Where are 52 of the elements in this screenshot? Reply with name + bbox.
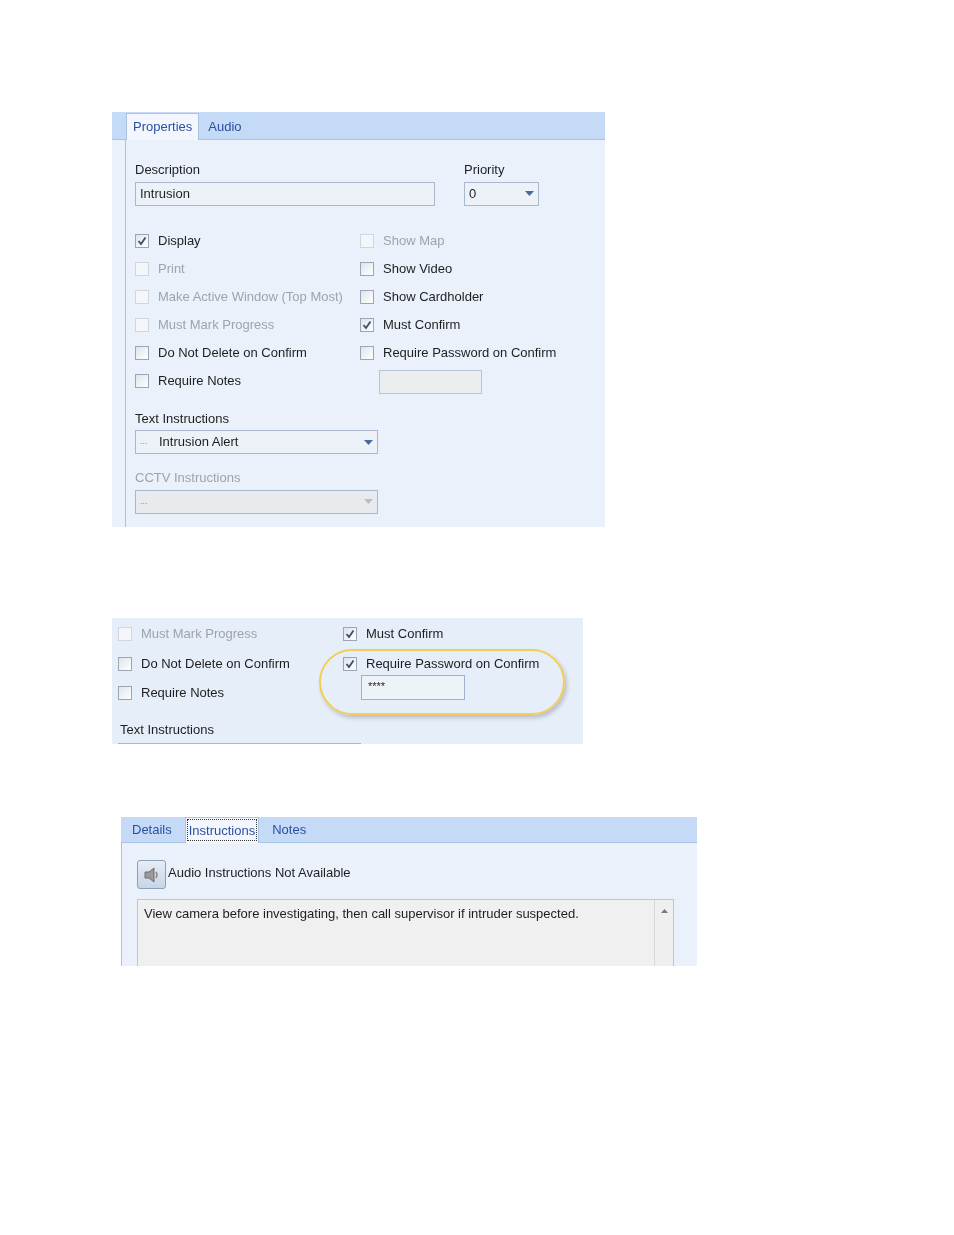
instructions-dropdown[interactable]: ... Intrusion Alert — [135, 430, 378, 454]
tab[interactable]: Details — [125, 818, 179, 842]
checkbox-label: Display — [158, 232, 201, 251]
instructions-text: View camera before investigating, then call supervisor if intruder suspected. — [143, 905, 580, 923]
checkbox-label: Do Not Delete on Confirm — [158, 344, 307, 363]
browse-dots: ... — [140, 435, 149, 449]
field-label: Text Instructions — [120, 721, 215, 739]
field-label: CCTV Instructions — [135, 469, 242, 487]
dropdown-arrow-icon — [525, 191, 534, 196]
checkbox-label: Must Mark Progress — [158, 316, 275, 335]
checkbox-label: Print — [158, 260, 185, 279]
checkbox-label: Require Notes — [158, 372, 242, 391]
checkbox[interactable] — [360, 346, 374, 360]
checkbox[interactable] — [343, 656, 357, 671]
checkbox[interactable] — [118, 685, 132, 700]
scroll-up-arrow-icon[interactable] — [660, 909, 668, 913]
description-field[interactable]: Intrusion — [135, 181, 435, 206]
checkbox[interactable] — [360, 290, 374, 304]
checkbox-label: Make Active Window (Top Most) — [158, 288, 343, 307]
tab[interactable]: Notes — [265, 818, 314, 842]
checkbox-label: Must Mark Progress — [141, 624, 258, 643]
checkbox[interactable] — [343, 626, 357, 641]
checkbox[interactable] — [135, 346, 149, 360]
checkbox-label: Require Password on Confirm — [366, 654, 540, 673]
checkbox-label: Must Confirm — [366, 624, 444, 643]
speaker-icon — [142, 865, 161, 884]
speaker-button[interactable] — [137, 860, 166, 889]
field-label: Description — [135, 161, 202, 179]
tab[interactable]: Properties — [126, 113, 200, 140]
field-label: Text Instructions — [135, 409, 230, 428]
audio-status-label: Audio Instructions Not Available — [168, 864, 351, 882]
checkbox-label: Show Map — [383, 232, 445, 251]
checkbox-label: Do Not Delete on Confirm — [141, 654, 290, 673]
checkbox[interactable] — [135, 234, 149, 248]
checkbox[interactable] — [135, 374, 149, 388]
dropdown-value: Intrusion Alert — [159, 433, 239, 452]
checkbox-label: Show Cardholder — [383, 288, 484, 307]
checkbox[interactable] — [360, 262, 374, 276]
priority-dropdown[interactable]: 0 — [464, 181, 539, 206]
checkbox[interactable] — [360, 318, 374, 332]
checkbox[interactable] — [118, 656, 132, 671]
field-label: Priority — [464, 161, 506, 179]
tab[interactable]: Audio — [201, 115, 249, 139]
password-field[interactable]: **** — [361, 675, 465, 700]
checkbox-label: Require Password on Confirm — [383, 344, 557, 363]
checkbox-label: Must Confirm — [383, 316, 461, 335]
dropdown-arrow-icon — [364, 499, 373, 504]
tab[interactable]: Instructions — [184, 817, 260, 843]
dropdown-arrow-icon — [364, 439, 373, 445]
checkbox-label: Require Notes — [141, 683, 225, 702]
checkbox-label: Show Video — [383, 260, 453, 279]
browse-dots: ... — [140, 494, 149, 508]
